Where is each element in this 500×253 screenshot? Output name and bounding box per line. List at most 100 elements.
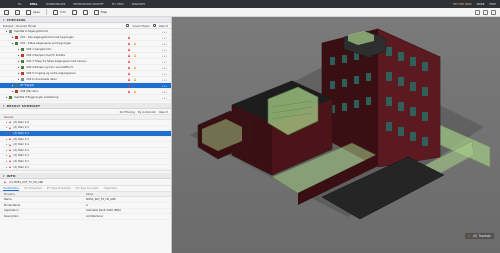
ruleset-label[interactable]: Ruleset - Checked Model	[3, 24, 36, 28]
chevron-right-icon[interactable]: ▸	[12, 84, 13, 87]
chevron-right-icon[interactable]: ▸	[6, 132, 7, 135]
section-icon[interactable]	[83, 9, 88, 15]
spec-button[interactable]: Spec	[26, 9, 40, 15]
tab-ifc-type-concepts[interactable]: IFC Type Concepts	[76, 187, 99, 190]
building-model-render[interactable]	[172, 17, 500, 253]
result-row-label: (X) Stair 0.1	[13, 126, 29, 130]
more-icon[interactable]: •••	[162, 30, 167, 34]
row-status-group	[128, 84, 130, 87]
chevron-right-icon[interactable]: ▸	[12, 36, 13, 39]
more-icon[interactable]: •••	[162, 96, 167, 100]
chevron-right-icon[interactable]: ▸	[6, 96, 7, 99]
chevron-right-icon[interactable]: ▸	[6, 138, 7, 141]
chevron-right-icon[interactable]: ▸	[18, 54, 19, 57]
property-value: A	[86, 203, 88, 207]
checking-title: CHECKING	[6, 17, 26, 22]
map-button[interactable]: Map	[94, 9, 107, 15]
result-row[interactable]: ▸ (X) Stair 0.1	[0, 165, 171, 171]
help-link[interactable]: HELP	[489, 3, 496, 6]
row-status-group	[128, 66, 136, 69]
chevron-right-icon[interactable]: ▸	[6, 126, 7, 129]
more-icon[interactable]: •••	[162, 66, 167, 70]
warning-icon	[134, 66, 136, 69]
chevron-right-icon[interactable]: ▸	[12, 42, 13, 45]
measure-icon[interactable]	[72, 9, 77, 15]
more-icon[interactable]: •••	[162, 90, 167, 94]
camera-icon[interactable]	[483, 9, 488, 15]
tab-spill[interactable]: SPILL	[26, 3, 42, 6]
error-icon	[9, 132, 12, 135]
settings-icon[interactable]	[491, 9, 496, 15]
row-status-group	[128, 48, 130, 51]
rule-icon	[15, 42, 19, 45]
chevron-right-icon[interactable]: ▸	[18, 60, 19, 63]
error-icon	[9, 143, 12, 146]
chevron-right-icon[interactable]: ▸	[6, 160, 7, 163]
tab-ifc-type-properties[interactable]: IFC Type Properties	[47, 187, 71, 190]
chevron-right-icon[interactable]: ▸	[12, 90, 13, 93]
chevron-right-icon[interactable]: ▸	[6, 166, 7, 169]
tab-information-takeoff[interactable]: INFORMATION TAKEOFF	[69, 3, 108, 6]
properties-table: Name NO5A_K07_F2_H0_ARK Model Name A Applica…	[0, 197, 171, 220]
tab-ifc-properties[interactable]: IFC Properties	[24, 187, 41, 190]
result-row-label: (X) Stair 0.1	[13, 165, 29, 169]
row-status-group	[128, 90, 136, 93]
error-icon	[9, 166, 12, 169]
select-icon[interactable]	[15, 9, 20, 15]
checking-row[interactable]: ▸ Kapittel 8 Byggningen installering •••	[0, 95, 171, 101]
rule-icon	[15, 36, 19, 39]
chevron-right-icon[interactable]: ▸	[18, 78, 19, 81]
row-status-group	[128, 72, 130, 75]
more-icon[interactable]: •••	[162, 48, 167, 52]
more-icon[interactable]: •••	[162, 84, 167, 88]
error-icon	[128, 54, 130, 57]
more-icon[interactable]: •••	[162, 60, 167, 64]
more-icon[interactable]: •••	[162, 36, 167, 40]
tab-windows[interactable]: WINDOWS	[128, 3, 150, 6]
checking-row-label: 005-3 Trapp fra felles adgangsvei med he…	[26, 60, 87, 63]
filter-dropdown[interactable]: No Filtering	[120, 110, 135, 114]
sort-dropdown[interactable]: By Automatic	[138, 110, 156, 114]
more-icon[interactable]: •••	[162, 78, 167, 82]
more-icon[interactable]: •••	[162, 54, 167, 58]
tab-fly-view[interactable]: FLY VIEW	[108, 3, 128, 6]
checking-row-label: 07 Trapper	[20, 84, 35, 87]
results-table: Results ▸ (X) Stair 2.0 ▸ (X) Stair 0.1 ▸ (X)…	[0, 115, 171, 172]
app-window: FIL SPILL COMMUNICATE INFORMATION TAKEOF…	[0, 0, 500, 253]
more-icon[interactable]: •••	[162, 72, 167, 76]
checking-row-label: Kapittel 8 Byggningen installering	[14, 96, 59, 99]
tab-hyperlinks[interactable]: Hyperlinks	[104, 187, 117, 190]
chevron-right-icon[interactable]: ▸	[6, 121, 7, 124]
result-report-button[interactable]: Report	[159, 110, 168, 114]
checking-row-label: 005-5 Inngang og andre adgangssone	[26, 72, 76, 75]
check-model-button[interactable]: Check Model	[132, 24, 149, 28]
chevron-right-icon[interactable]: ▸	[18, 72, 19, 75]
more-link[interactable]: MORE	[477, 3, 485, 6]
rule-icon	[9, 96, 13, 99]
more-icon[interactable]: •••	[162, 42, 167, 46]
view-cube-icon[interactable]	[475, 9, 480, 15]
tab-communicate[interactable]: COMMUNICATE	[42, 3, 70, 6]
chevron-right-icon[interactable]: ▸	[6, 154, 7, 157]
chevron-right-icon[interactable]: ▸	[18, 48, 19, 51]
checking-row-label: 001 - Alle adgangsforhold ved bygningen	[20, 36, 74, 39]
checking-row-label: 005-1 Gangkorridor	[26, 48, 52, 51]
tab-identification[interactable]: Identification	[3, 187, 20, 191]
close-icon[interactable]: ✕	[468, 234, 471, 238]
chevron-right-icon[interactable]: ▸	[6, 30, 7, 33]
chevron-down-icon: ▾	[3, 173, 5, 178]
chevron-right-icon[interactable]: ▸	[6, 149, 7, 152]
tab-file[interactable]: FIL	[14, 3, 26, 6]
chevron-right-icon[interactable]: ▸	[18, 66, 19, 69]
report-button[interactable]: Report	[159, 24, 168, 28]
info-button[interactable]: Info	[53, 9, 66, 15]
property-value: Architectural	[86, 214, 103, 218]
3d-viewport[interactable]: ✕ (X) Toptegn	[172, 17, 500, 253]
error-icon	[9, 149, 12, 152]
trial-link[interactable]: TRY FOR 30DS	[453, 3, 472, 6]
chevron-right-icon[interactable]: ▸	[6, 143, 7, 146]
row-status-group	[128, 42, 136, 45]
main-toolbar: Spec Info Map	[0, 8, 500, 17]
home-icon[interactable]	[4, 9, 9, 15]
top-menu-bar: FIL SPILL COMMUNICATE INFORMATION TAKEOF…	[0, 0, 500, 8]
